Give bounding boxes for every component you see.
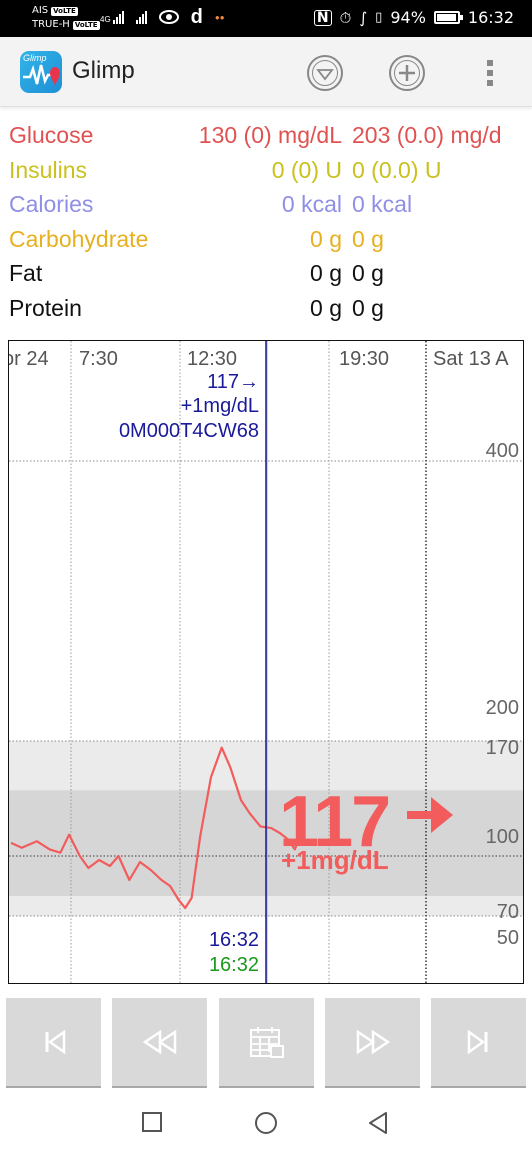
y-axis-label: 50 <box>497 927 519 949</box>
battery-icon <box>433 11 463 24</box>
rewind-icon <box>142 1029 176 1055</box>
summary-row-glucose: Glucose 130 (0) mg/dL 203 (0.0) mg/d <box>0 118 532 153</box>
vibrate-icon: ▯ <box>375 10 383 25</box>
summary-value-average: 0 (0.0) U <box>352 156 442 183</box>
summary-label: Fat <box>9 260 43 286</box>
summary-value-period: 130 (0) mg/dL <box>198 122 342 148</box>
small-app-icon: ●● <box>214 12 225 22</box>
add-circle-icon <box>399 65 415 81</box>
time-label: 12:30 <box>187 348 237 370</box>
y-axis-label: 100 <box>486 826 519 848</box>
clock: 16:32 <box>467 8 514 27</box>
calendar-icon <box>249 1027 284 1058</box>
summary-row-insulins: Insulins 0 (0) U 0 (0.0) U <box>0 153 532 188</box>
summary-row-carbohydrate: Carbohydrate 0 g 0 g <box>0 222 532 257</box>
carrier-2: TRUE-H <box>32 19 70 30</box>
summary-row-protein: Protein 0 g 0 g <box>0 291 532 326</box>
nfc-icon: N <box>313 9 332 26</box>
current-glucose-delta: +1mg/dL <box>281 845 389 875</box>
carrier-info: AIS VoLTE TRUE-H VoLTE <box>32 4 100 32</box>
time-label: 19:30 <box>339 348 389 370</box>
bluetooth-icon: ∫ <box>359 8 368 27</box>
last-button[interactable] <box>431 998 526 1088</box>
summary-value-average: 0 g <box>352 294 384 321</box>
home-icon[interactable] <box>254 1111 278 1135</box>
y-axis-label: 200 <box>486 697 519 719</box>
summary-label: Glucose <box>9 122 94 148</box>
cursor-time-green: 16:32 <box>209 954 259 976</box>
summary-row-fat: Fat 0 g 0 g <box>0 256 532 291</box>
cursor-sensor-id: 0M000T4CW68 <box>119 420 259 442</box>
cursor-value-text: 117→ <box>207 371 259 393</box>
glucose-chart[interactable]: or 24 7:30 12:30 19:30 Sat 13 A 400 200 170 100 7… <box>8 340 524 984</box>
logo-heartbeat-icon <box>23 64 60 86</box>
overflow-dot <box>487 80 493 86</box>
glucose-chart-svg[interactable]: or 24 7:30 12:30 19:30 Sat 13 A 400 200 170 100 7… <box>9 341 524 984</box>
rewind-button[interactable] <box>112 998 207 1088</box>
summary-value-average: 0 g <box>352 225 384 252</box>
first-button[interactable] <box>6 998 101 1088</box>
summary-label: Insulins <box>9 156 87 183</box>
summary-row-calories: Calories 0 kcal 0 kcal <box>0 187 532 222</box>
add-button[interactable] <box>389 55 425 91</box>
status-bar: AIS VoLTE TRUE-H VoLTE 4G d ●● N ⏱ ∫ ▯ 94%… <box>0 0 532 37</box>
summary-value-period: 0 g <box>310 294 342 321</box>
calendar-button[interactable] <box>219 998 314 1088</box>
cursor-delta-text: +1mg/dL <box>181 395 259 417</box>
signal-2-icon <box>135 10 147 24</box>
signal-1-icon <box>112 10 124 24</box>
overflow-dot <box>487 60 493 66</box>
app-bar: Glimp Glimp <box>0 37 532 107</box>
collapse-button[interactable] <box>307 55 343 91</box>
overflow-menu-button[interactable] <box>480 57 500 91</box>
summary-value-period: 0 g <box>310 225 342 252</box>
app-title: Glimp <box>72 57 135 84</box>
summary-value-period: 0 g <box>310 260 342 286</box>
status-icons: 4G d ●● <box>100 6 225 28</box>
carrier-1: AIS <box>32 5 49 16</box>
network-type: 4G <box>100 15 111 24</box>
nutrition-summary: Glucose 130 (0) mg/dL 203 (0.0) mg/d Insuli… <box>0 118 532 325</box>
summary-value-average: 0 kcal <box>352 191 413 217</box>
eye-icon <box>158 10 179 24</box>
summary-label: Protein <box>9 294 82 321</box>
down-circle-icon <box>316 69 334 81</box>
app-logo-icon: Glimp <box>20 51 62 93</box>
volte-badge-2: VoLTE <box>72 20 100 30</box>
summary-label: Calories <box>9 191 94 217</box>
time-label: or 24 <box>9 348 49 370</box>
summary-value-period: 0 kcal <box>281 191 342 217</box>
cursor-time-blue: 16:32 <box>209 929 259 951</box>
overflow-dot <box>487 70 493 76</box>
last-page-icon <box>467 1029 487 1055</box>
summary-label: Carbohydrate <box>9 225 149 252</box>
first-page-icon <box>45 1029 65 1055</box>
alarm-icon: ⏱ <box>339 8 352 27</box>
summary-value-average: 203 (0.0) mg/d <box>352 122 502 148</box>
volte-badge-1: VoLTE <box>51 6 78 16</box>
d-app-icon: d <box>190 6 203 28</box>
battery-percent: 94% <box>390 8 426 27</box>
recent-apps-icon[interactable] <box>141 1111 163 1133</box>
y-axis-label: 70 <box>497 901 519 923</box>
y-axis-label: 170 <box>486 737 519 759</box>
back-icon[interactable] <box>367 1111 389 1135</box>
forward-button[interactable] <box>325 998 420 1088</box>
fast-forward-icon <box>356 1029 390 1055</box>
summary-value-average: 0 g <box>352 260 384 286</box>
summary-value-period: 0 (0) U <box>271 156 342 183</box>
system-navigation-bar <box>0 1090 532 1152</box>
y-axis-label: 400 <box>486 440 519 462</box>
time-label: 7:30 <box>79 348 118 370</box>
status-right: N ⏱ ∫ ▯ 94% 16:32 <box>313 8 514 27</box>
time-label: Sat 13 A <box>433 348 509 370</box>
